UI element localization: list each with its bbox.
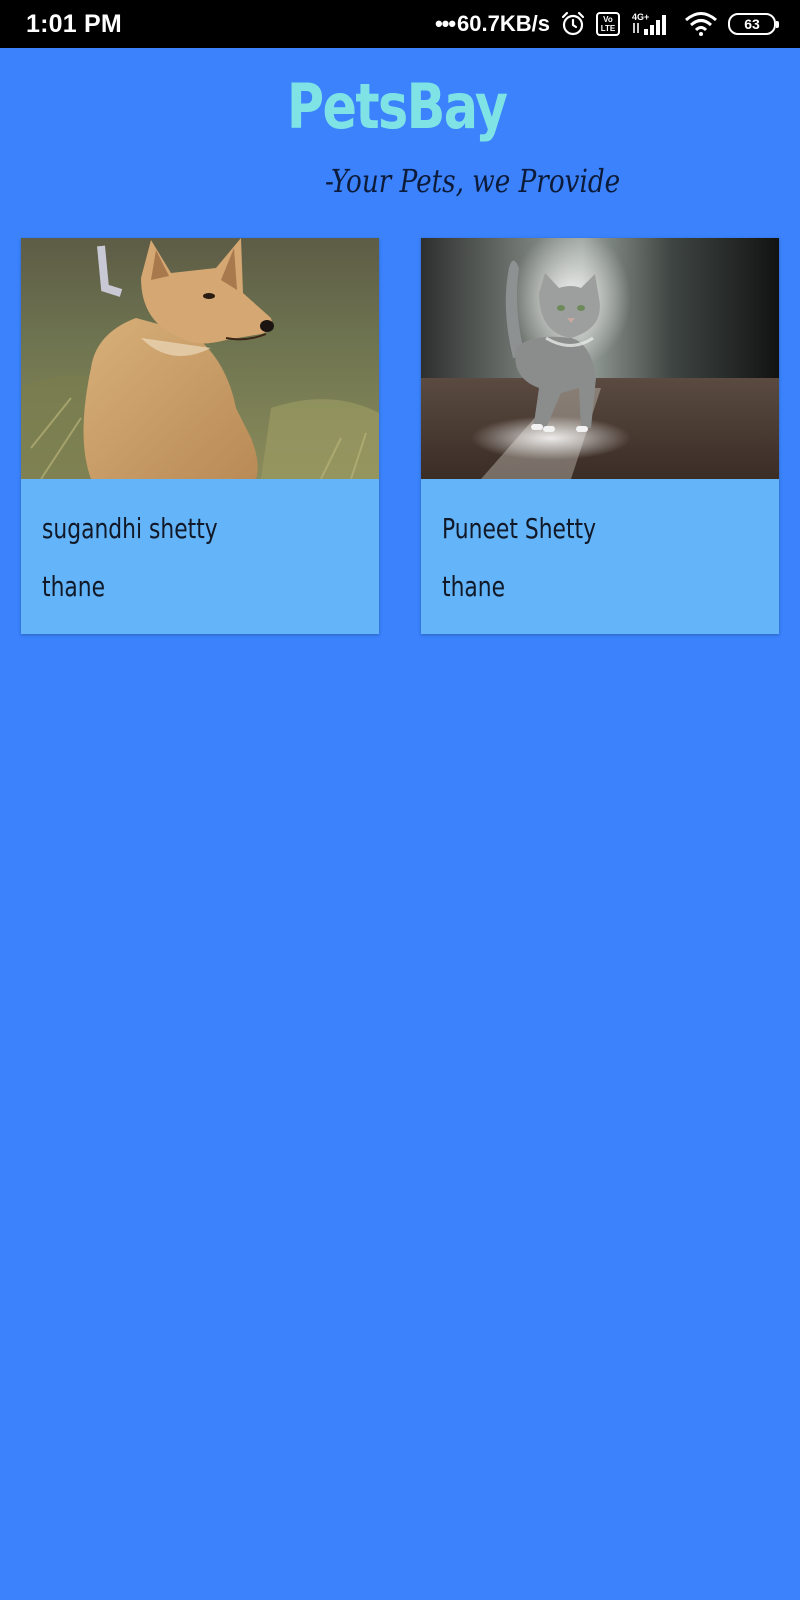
svg-text:4G+: 4G+ — [632, 12, 649, 22]
status-bar: 1:01 PM •••60.7KB/s Vo LTE 4G+ 63 — [0, 0, 800, 48]
pet-owner-name: Puneet Shetty — [442, 512, 597, 545]
dog-photo — [21, 238, 379, 479]
pet-owner-name: sugandhi shetty — [42, 512, 218, 545]
volte-icon: Vo LTE — [596, 12, 620, 36]
signal-icon: 4G+ — [630, 11, 674, 37]
pet-city: thane — [42, 570, 106, 603]
alarm-icon — [560, 11, 586, 37]
status-time: 1:01 PM — [26, 9, 122, 38]
battery-icon: 63 — [728, 13, 779, 35]
wifi-icon — [684, 11, 718, 37]
speed-dots: ••• — [434, 11, 456, 36]
network-speed: •••60.7KB/s — [435, 11, 550, 37]
cat-photo — [421, 238, 779, 479]
app-title: PetsBay — [286, 70, 508, 143]
app-tagline: -Your Pets, we Provide — [325, 162, 621, 200]
pet-city: thane — [442, 570, 506, 603]
pet-card[interactable]: sugandhi shetty thane — [21, 238, 379, 634]
pet-card[interactable]: Puneet Shetty thane — [421, 238, 779, 634]
speed-value: 60.7KB/s — [457, 11, 550, 36]
status-icons: •••60.7KB/s Vo LTE 4G+ 63 — [435, 11, 779, 37]
